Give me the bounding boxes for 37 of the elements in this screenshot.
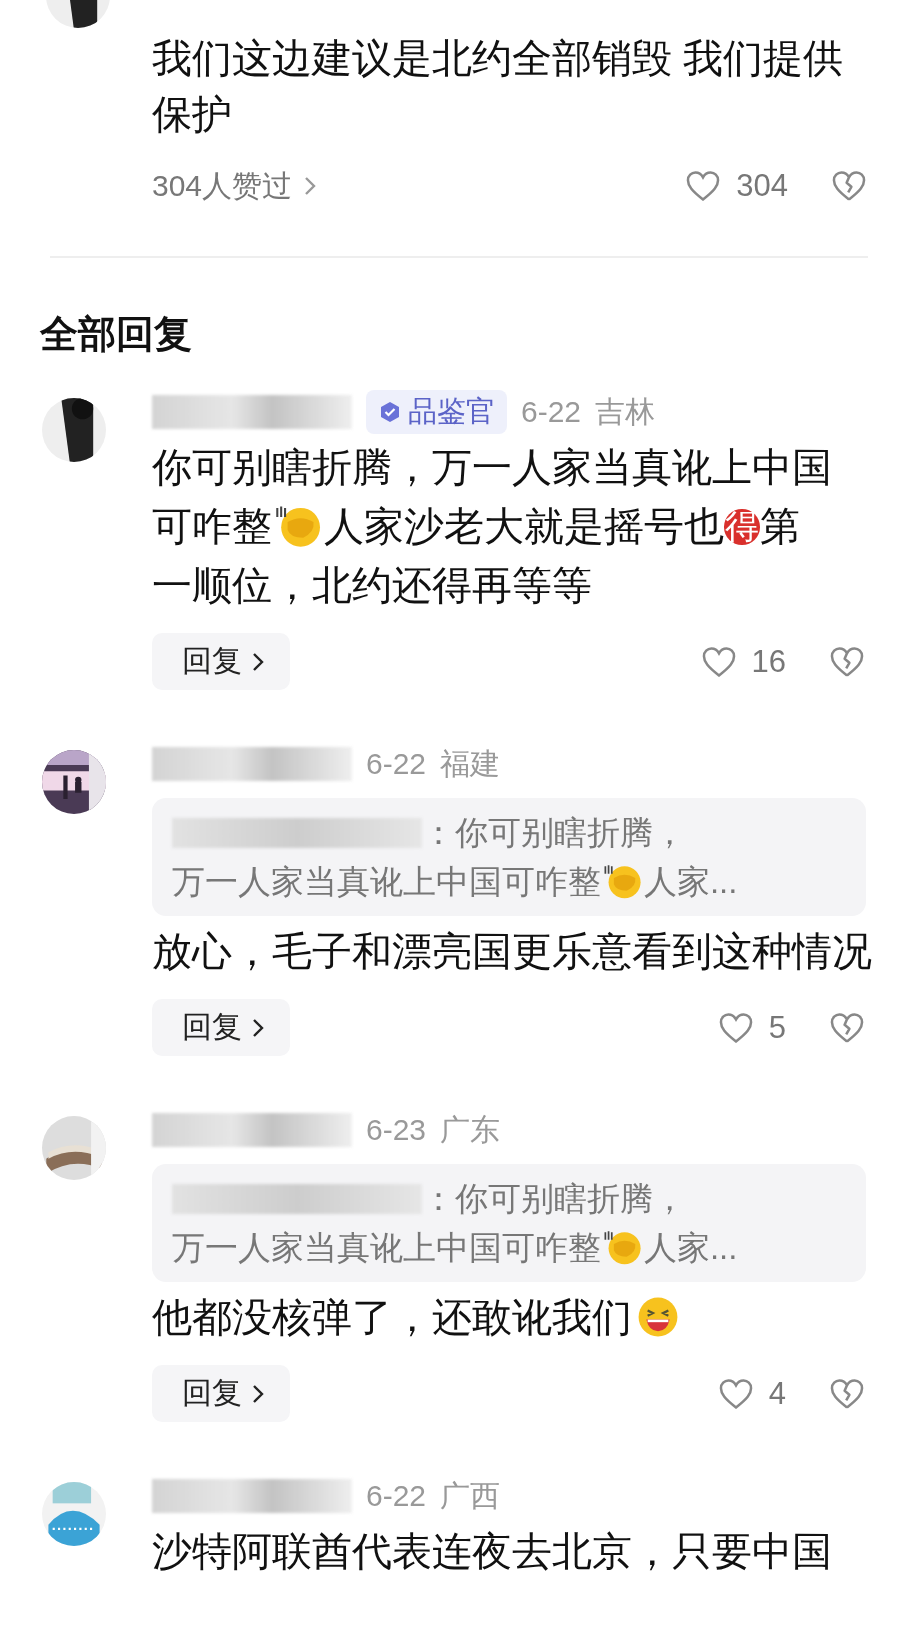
like-count: 4 [768, 1375, 786, 1412]
reply-button[interactable]: 回复 [152, 999, 290, 1056]
chevron-right-icon [250, 1382, 266, 1405]
reply-button[interactable]: 回复 [152, 1365, 290, 1422]
comment-location: 广西 [440, 1477, 501, 1514]
comment-text: 我们这边建议是北约全部销毁 我们提供保护 [152, 36, 844, 136]
comment-date: 6-23 [366, 1113, 427, 1147]
like-count: 5 [768, 1009, 786, 1046]
quoted-text: 人家... [643, 1229, 738, 1266]
quoted-text: 万一人家当真讹上中国可咋整 [172, 863, 601, 900]
comment-location: 福建 [440, 745, 501, 782]
section-title: 全部回复 [40, 312, 193, 357]
comment-location: 吉林 [595, 393, 656, 430]
comment-date: 6-22 [521, 395, 582, 429]
comment-date: 6-22 [366, 747, 427, 781]
emoji-badge: 得 [724, 509, 760, 545]
comment-text: 一顺位，北约还得再等等 [152, 563, 592, 607]
comment-text: 他都没核弹了，还敢讹我们 [152, 1295, 632, 1339]
comment-text: 第 [759, 504, 800, 548]
comment-text: 人家沙老大就是摇号也 [324, 504, 724, 548]
comment-date: 6-22 [366, 1479, 427, 1513]
chevron-right-icon [250, 650, 266, 673]
user-badge: 品鉴官 [366, 390, 507, 434]
reply-button[interactable]: 回复 [152, 633, 290, 690]
like-count: 16 [751, 643, 786, 680]
quoted-text: 人家... [643, 863, 738, 900]
comment-text: 你可别瞎折腾，万一人家当真讹上中国 [152, 445, 832, 489]
comment-text: 放心，毛子和漂亮国更乐意看到这种情况 [152, 929, 872, 973]
chevron-right-icon [250, 1016, 266, 1039]
comment-location: 广东 [440, 1111, 501, 1148]
quoted-text: ：你可别瞎折腾， [422, 1180, 686, 1217]
comment-text: 可咋整 [152, 504, 272, 548]
quoted-text: ：你可别瞎折腾， [422, 814, 686, 851]
likers-link[interactable]: 304人赞过 [152, 165, 319, 207]
quoted-text: 万一人家当真讹上中国可咋整 [172, 1229, 601, 1266]
comment-text: 沙特阿联酋代表连夜去北京，只要中国 [152, 1529, 832, 1573]
like-count: 304 [736, 168, 788, 204]
